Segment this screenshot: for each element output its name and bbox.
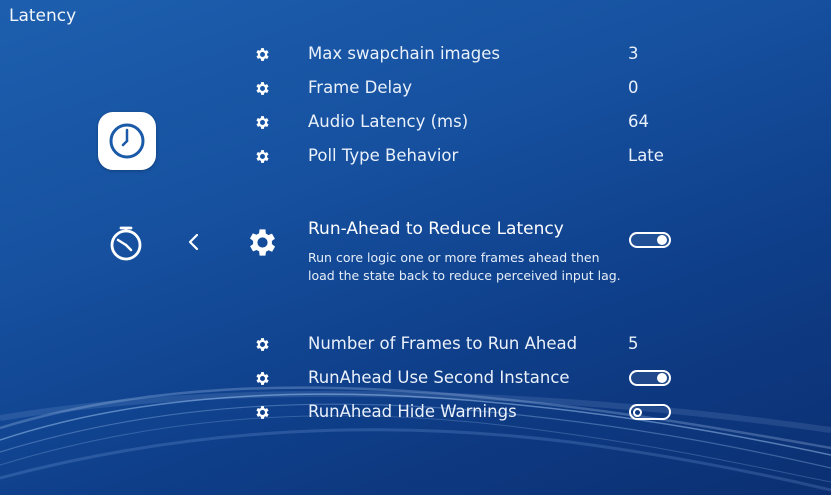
setting-row-hide-warnings[interactable]: RunAhead Hide Warnings (0, 395, 831, 429)
gear-icon (254, 114, 271, 131)
hide-warnings-toggle[interactable] (629, 404, 671, 420)
gear-icon (254, 336, 271, 353)
setting-description: Run core logic one or more frames ahead … (308, 250, 621, 283)
setting-label: Audio Latency (ms) (308, 112, 469, 131)
gear-icon (254, 148, 271, 165)
gear-icon (254, 404, 271, 421)
gear-icon (254, 80, 271, 97)
setting-label: RunAhead Use Second Instance (308, 368, 570, 387)
setting-label: Frame Delay (308, 78, 412, 97)
setting-label: Max swapchain images (308, 44, 500, 63)
stopwatch-icon[interactable] (107, 224, 145, 262)
gear-icon (254, 370, 271, 387)
setting-value: Late (628, 146, 664, 165)
run-ahead-toggle[interactable] (629, 232, 671, 248)
toggle-knob (657, 235, 667, 245)
setting-row-max-swapchain[interactable]: Max swapchain images 3 (0, 37, 831, 71)
setting-row-second-instance[interactable]: RunAhead Use Second Instance (0, 361, 831, 395)
toggle-knob (633, 407, 642, 417)
chevron-left-icon[interactable] (186, 232, 202, 252)
gear-icon (254, 46, 271, 63)
toggle-knob (657, 373, 667, 383)
setting-label: Number of Frames to Run Ahead (308, 334, 578, 353)
setting-value: 0 (628, 78, 639, 97)
setting-row-poll-type[interactable]: Poll Type Behavior Late (0, 139, 831, 173)
setting-label: Run-Ahead to Reduce Latency (308, 219, 564, 239)
gear-icon (245, 225, 280, 260)
setting-value: 64 (628, 112, 649, 131)
setting-row-frames-run-ahead[interactable]: Number of Frames to Run Ahead 5 (0, 327, 831, 361)
setting-row-frame-delay[interactable]: Frame Delay 0 (0, 71, 831, 105)
setting-label: RunAhead Hide Warnings (308, 402, 517, 421)
second-instance-toggle[interactable] (629, 370, 671, 386)
setting-row-audio-latency[interactable]: Audio Latency (ms) 64 (0, 105, 831, 139)
setting-value: 5 (628, 334, 639, 353)
page-title: Latency (9, 6, 77, 26)
setting-value: 3 (628, 44, 639, 63)
setting-label: Poll Type Behavior (308, 146, 459, 165)
